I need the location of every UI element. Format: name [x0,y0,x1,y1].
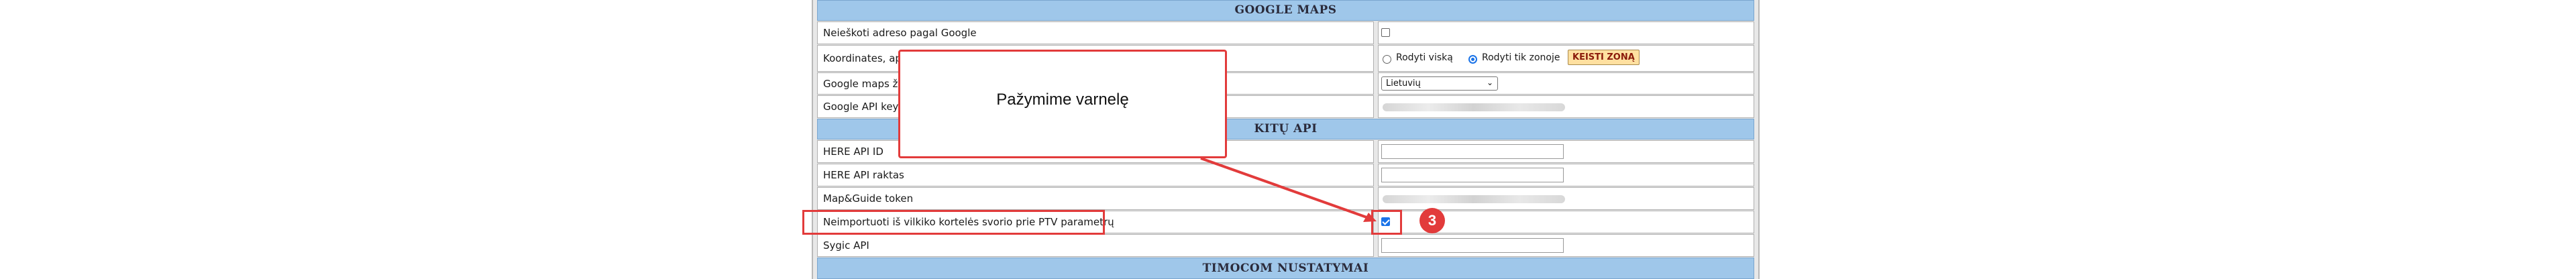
annotation-callout: Pažymime varnelę [898,50,1227,158]
step-badge: 3 [1419,208,1445,233]
arrow-line [1200,157,1369,219]
callout-text: Pažymime varnelę [996,91,1129,109]
annotation-highlight-checkbox [1371,210,1402,235]
annotation-arrow [1200,157,1377,222]
annotation-highlight-label [802,210,1105,235]
